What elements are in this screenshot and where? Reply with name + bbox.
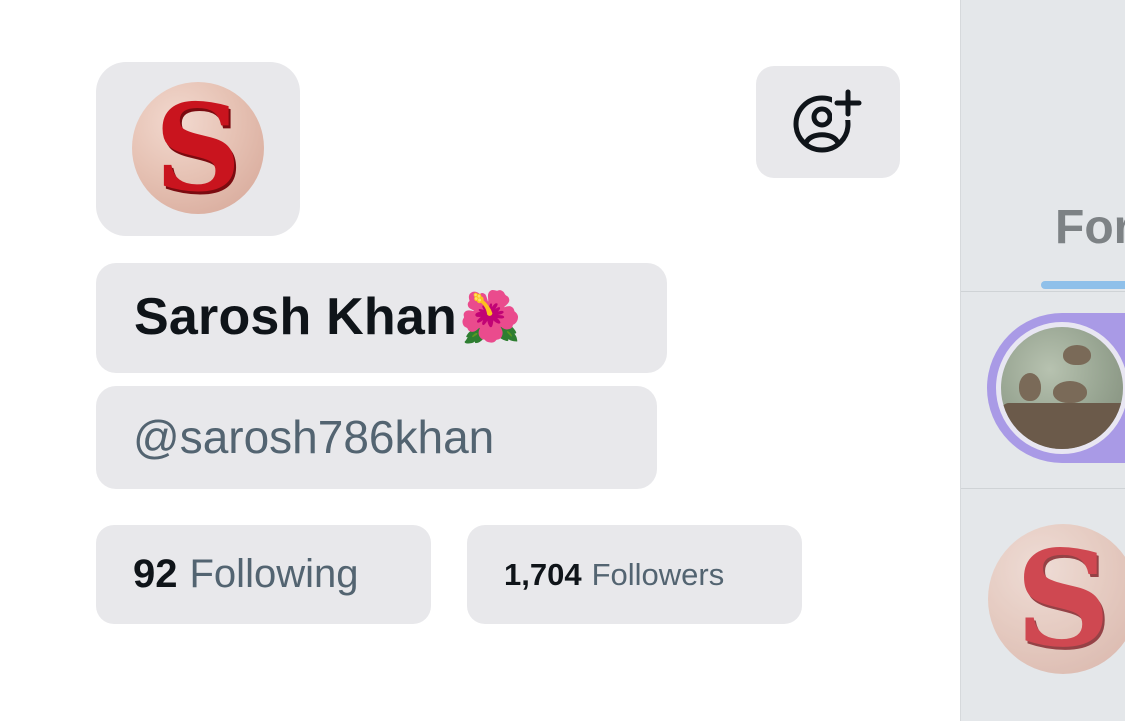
display-name: Sarosh Khan🌺 — [134, 287, 521, 347]
profile-avatar-card[interactable]: S — [96, 62, 300, 236]
hibiscus-emoji: 🌺 — [458, 289, 522, 345]
divider — [961, 488, 1125, 489]
person-add-icon — [793, 89, 864, 153]
avatar-letter: S — [154, 82, 242, 214]
divider — [961, 291, 1125, 292]
bird-shape — [1053, 381, 1087, 403]
username-handle: @sarosh786khan — [133, 411, 495, 463]
post-avatar[interactable]: S — [988, 524, 1125, 674]
side-panel: For S — [960, 0, 1125, 721]
display-name-chip: Sarosh Khan🌺 — [96, 263, 667, 373]
handle-chip: @sarosh786khan — [96, 386, 657, 489]
following-count: 92 — [133, 552, 178, 596]
bird-shape — [1019, 373, 1041, 401]
followers-link[interactable]: 1,704 Followers — [467, 525, 802, 624]
sparrow-avatar[interactable] — [996, 322, 1125, 454]
following-label: Following — [189, 552, 359, 596]
bird-shape — [1063, 345, 1091, 365]
followers-label: Followers — [591, 556, 725, 592]
tab-for-you[interactable]: For — [1055, 200, 1125, 255]
avatar-letter: S — [1015, 524, 1111, 674]
following-link[interactable]: 92 Following — [96, 525, 431, 624]
followers-count: 1,704 — [504, 556, 582, 592]
tab-active-indicator — [1041, 281, 1125, 289]
bird-feeder — [1001, 403, 1123, 449]
follow-button[interactable] — [756, 66, 900, 178]
profile-avatar[interactable]: S — [132, 82, 264, 214]
display-name-text: Sarosh Khan — [134, 288, 457, 346]
